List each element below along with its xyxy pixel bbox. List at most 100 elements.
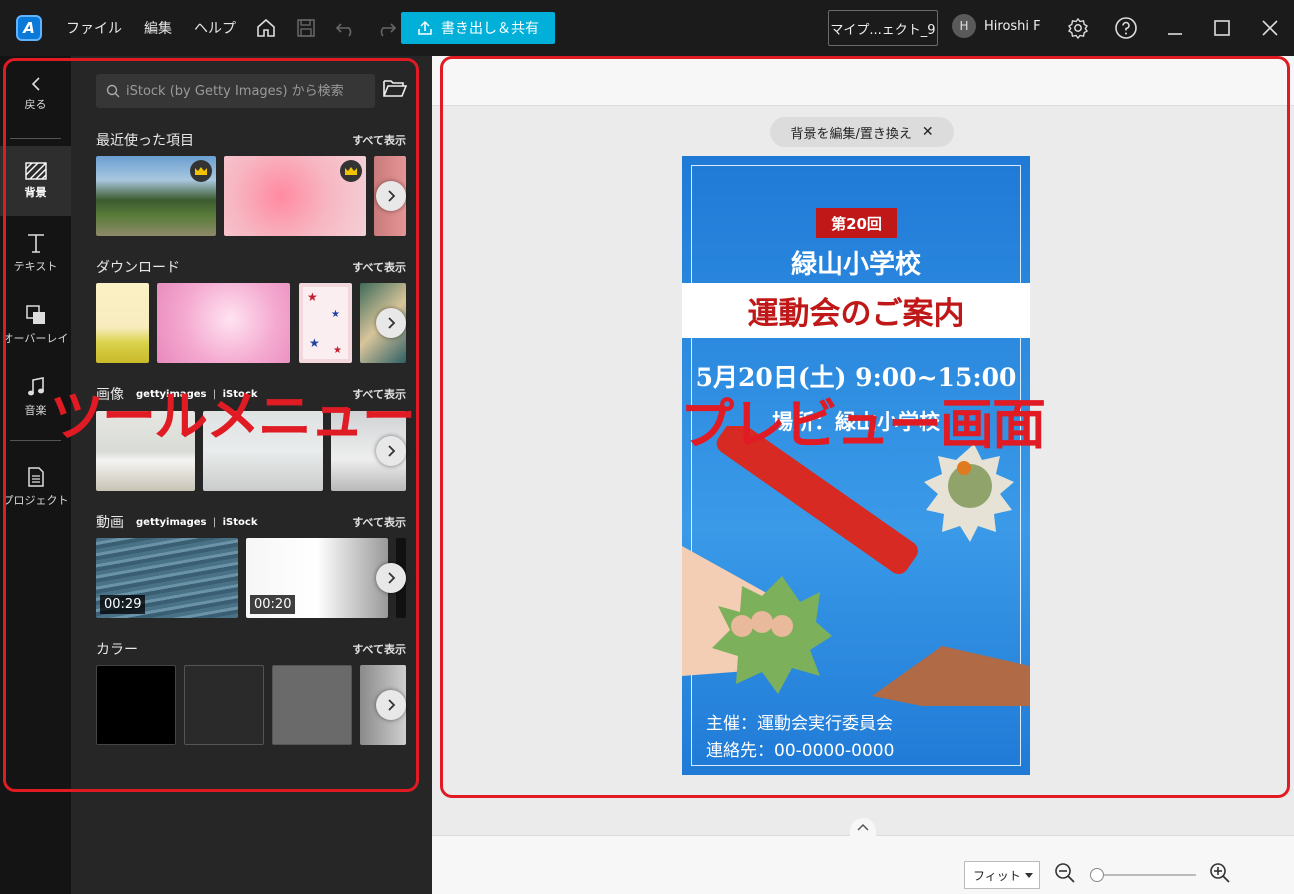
upload-icon (418, 20, 432, 35)
app-logo-icon: A (16, 15, 42, 41)
download-thumb-yellow-flowers[interactable] (96, 283, 149, 363)
preview-area: 背景を編集/置き換え ✕ 第20回 緑山小学校 運動会のご案内 5月20日(土)… (432, 56, 1294, 894)
video-duration: 00:20 (250, 595, 296, 614)
recent-thumb-mountain-lake[interactable] (96, 156, 216, 236)
recent-next-chevron-icon[interactable] (376, 181, 406, 211)
zoom-slider-knob[interactable] (1090, 868, 1104, 882)
search-box[interactable] (96, 74, 375, 108)
color-swatch-black[interactable] (96, 665, 176, 745)
text-t-icon (27, 234, 44, 253)
rail-item-project[interactable]: プロジェクト (0, 466, 71, 508)
title-bar: A ファイル 編集 ヘルプ 書き出し＆共有 マイプ...ェクト_9 H Hiro… (0, 0, 1294, 56)
rail-item-label: 音楽 (24, 404, 47, 417)
folder-open-icon[interactable] (383, 78, 408, 102)
annotation-label-tool-menu: ツールメニュー (50, 385, 416, 448)
zoom-fit-select[interactable]: フィット (964, 861, 1040, 889)
close-icon[interactable] (1250, 8, 1290, 48)
video-thumb-white[interactable]: 00:20 (246, 538, 388, 618)
see-all-download-link[interactable]: すべて表示 (352, 259, 406, 275)
redo-icon[interactable] (366, 8, 406, 48)
rail-item-text[interactable]: テキスト (0, 232, 71, 274)
svg-text:★: ★ (309, 336, 320, 350)
project-document-icon (27, 467, 44, 487)
app-window: A ファイル 編集 ヘルプ 書き出し＆共有 マイプ...ェクト_9 H Hiro… (0, 0, 1294, 894)
export-share-button[interactable]: 書き出し＆共有 (401, 12, 555, 44)
download-next-chevron-icon[interactable] (376, 308, 406, 338)
recent-thumb-pink-abstract[interactable] (224, 156, 366, 236)
undo-icon[interactable] (326, 8, 366, 48)
poster-organizer: 主催：運動会実行委員会 (706, 714, 893, 734)
rail-item-background[interactable]: 背景 (0, 146, 71, 216)
color-swatch-gray[interactable] (272, 665, 352, 745)
edit-replace-background-chip[interactable]: 背景を編集/置き換え ✕ (770, 117, 954, 147)
back-label: 戻る (24, 98, 47, 111)
section-title-video: 動画 gettyimages | iStock (96, 512, 257, 532)
export-share-label: 書き出し＆共有 (441, 21, 539, 37)
home-icon[interactable] (246, 8, 286, 48)
rail-item-overlay[interactable]: オーバーレイ (0, 304, 71, 346)
zoom-out-icon[interactable] (1054, 862, 1076, 888)
see-all-video-link[interactable]: すべて表示 (352, 514, 406, 530)
menu-file[interactable]: ファイル (66, 18, 122, 38)
color-next-chevron-icon[interactable] (376, 690, 406, 720)
rail-item-label: オーバーレイ (2, 332, 69, 345)
video-duration: 00:29 (100, 595, 146, 614)
menu-bar: ファイル 編集 ヘルプ (54, 18, 246, 38)
svg-text:★: ★ (333, 345, 342, 356)
video-title-label: 動画 (96, 515, 124, 531)
background-hatch-icon (24, 162, 47, 180)
rail-item-label: 背景 (24, 186, 47, 199)
download-thumb-pink-bokeh[interactable] (157, 283, 290, 363)
help-icon[interactable] (1106, 8, 1146, 48)
search-icon (106, 84, 120, 98)
video-thumb-water[interactable]: 00:29 (96, 538, 238, 618)
rail-item-label: プロジェクト (2, 494, 69, 507)
menu-help[interactable]: ヘルプ (194, 18, 236, 38)
avatar: H (952, 14, 976, 38)
star-pattern-icon: ★ ★ ★ ★ (307, 290, 342, 356)
annotation-label-preview: プレビュー画面 (680, 393, 1046, 456)
tool-panel: 最近使った項目 すべて表示 ダウンロード すべて表示 ★★★★ 画像 getty… (71, 56, 432, 894)
minimize-icon[interactable] (1155, 8, 1195, 48)
see-all-color-link[interactable]: すべて表示 (352, 641, 406, 657)
rail-item-label: テキスト (13, 260, 58, 273)
settings-gear-icon[interactable] (1058, 8, 1098, 48)
section-title-recent: 最近使った項目 (96, 133, 194, 149)
svg-text:★: ★ (331, 309, 340, 320)
getty-istock-brand: gettyimages | iStock (136, 516, 258, 528)
poster-school: 緑山小学校 (790, 250, 921, 280)
poster-badge: 第20回 (816, 208, 897, 238)
svg-text:★: ★ (307, 290, 318, 304)
preview-top-bar (432, 56, 1294, 106)
zoom-in-icon[interactable] (1209, 862, 1231, 888)
section-title-color: カラー (96, 642, 138, 658)
save-icon[interactable] (286, 8, 326, 48)
preview-bottom-bar (432, 835, 1294, 894)
see-all-recent-link[interactable]: すべて表示 (352, 132, 406, 148)
bg-chip-label: 背景を編集/置き換え (790, 126, 912, 142)
music-note-icon (27, 377, 44, 396)
premium-crown-icon (340, 160, 362, 182)
search-input[interactable] (126, 83, 366, 99)
user-account[interactable]: H Hiroshi F (952, 14, 1041, 38)
color-swatch-dark-gray[interactable] (184, 665, 264, 745)
close-chip-icon[interactable]: ✕ (922, 124, 934, 140)
zoom-fit-value: フィット (973, 868, 1021, 883)
timeline-expand-caret-icon[interactable] (850, 818, 876, 836)
zoom-slider-track[interactable] (1094, 874, 1196, 876)
video-next-chevron-icon[interactable] (376, 563, 406, 593)
maximize-icon[interactable] (1202, 8, 1242, 48)
back-button[interactable]: 戻る (0, 76, 71, 112)
download-thumb-stars[interactable]: ★ ★ ★ ★ (299, 283, 352, 363)
poster-canvas[interactable]: 第20回 緑山小学校 運動会のご案内 5月20日(土) 9:00~15:00 場… (682, 156, 1030, 775)
poster-title-banner: 運動会のご案内 (682, 283, 1030, 338)
menu-edit[interactable]: 編集 (144, 18, 172, 38)
relay-baton-illustration (682, 426, 1030, 706)
left-rail: 戻る 背景 テキスト オーバーレイ 音楽 プロジェクト (0, 56, 71, 894)
premium-crown-icon (190, 160, 212, 182)
project-name-button[interactable]: マイプ...ェクト_9 (828, 10, 938, 46)
user-name: Hiroshi F (984, 18, 1041, 34)
dropdown-arrow-icon (1025, 873, 1033, 878)
section-title-download: ダウンロード (96, 260, 180, 276)
overlay-layers-icon (25, 305, 45, 324)
